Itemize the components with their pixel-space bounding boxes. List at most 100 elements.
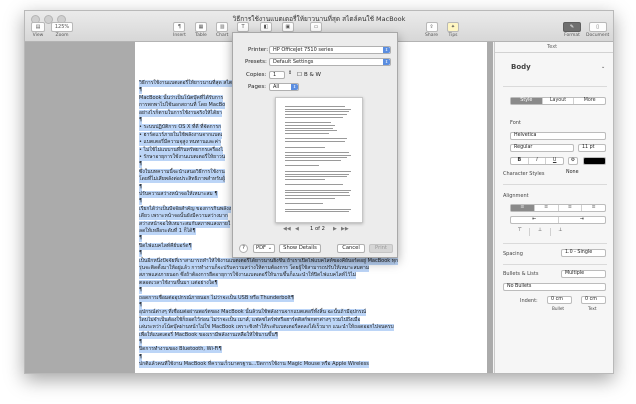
last-page-icon[interactable]: ▶▶ bbox=[341, 226, 349, 232]
document-line[interactable]: ¶ bbox=[139, 250, 143, 258]
tab-layout[interactable]: Layout bbox=[543, 98, 575, 104]
align-middle-icon[interactable]: ⊥ bbox=[530, 228, 551, 236]
help-button[interactable]: ? bbox=[239, 244, 248, 253]
copies-stepper[interactable]: ⇕ bbox=[288, 70, 292, 76]
document-line[interactable]: ลดให้เหลือระดับที่ 1 ก็ได้¶ bbox=[139, 228, 196, 235]
chevron-updown-icon[interactable]: ⇕ bbox=[291, 84, 298, 90]
document-line[interactable]: ปิดการทำงานของ Bluetooth, Wi-Fi¶ bbox=[139, 346, 222, 354]
document-line[interactable]: เป็นอีกหนึ่งปัจจัยที่เราสามารถทำให้ใช้งา… bbox=[139, 257, 399, 265]
document-line[interactable]: ¶ bbox=[139, 183, 143, 191]
text-icon[interactable]: T bbox=[237, 22, 249, 32]
align-left-icon[interactable]: ≡ bbox=[511, 205, 535, 211]
chevron-down-icon[interactable]: ⌄ bbox=[601, 64, 605, 70]
document-line[interactable]: ¶ bbox=[139, 339, 143, 346]
document-line[interactable]: อย่างไรก็ตามในการใช้งานจริงให้ได้ยา bbox=[139, 109, 222, 117]
document-line[interactable]: รุ่นจะติดตั้งมาให้อยู่แล้ว การทำงานก็จะป… bbox=[139, 265, 370, 272]
underline-button[interactable]: U bbox=[546, 158, 563, 164]
style-tabs[interactable]: Style Layout More bbox=[510, 97, 606, 105]
character-styles-select[interactable]: None bbox=[563, 170, 606, 178]
pages-select[interactable]: All ⇕ bbox=[269, 83, 299, 91]
spacing-label[interactable]: Spacing bbox=[503, 251, 523, 257]
format-icon[interactable]: ✎ bbox=[563, 22, 581, 32]
chart-tool[interactable]: ▥ Chart bbox=[216, 22, 228, 38]
document-line[interactable]: การพกพาไปใช้นอกสถานที่ โดย MacBo bbox=[139, 102, 226, 110]
insert-tool[interactable]: ¶ Insert bbox=[173, 22, 186, 38]
tab-more[interactable]: More bbox=[574, 98, 605, 104]
document-line[interactable]: ตลอดเวลาใช้งานขึ้นมา แต่อย่างใด¶ bbox=[139, 279, 218, 287]
insert-icon[interactable]: ¶ bbox=[173, 22, 186, 32]
document-line[interactable]: ¶ bbox=[139, 87, 143, 95]
document-line[interactable]: ¶ bbox=[139, 235, 143, 243]
align-right-icon[interactable]: ≡ bbox=[559, 205, 583, 211]
document-line[interactable]: ใดบไม่จำเป็นต้องใช้ก็ถอดไว้ก่อน ไม่ว่าจะ… bbox=[139, 316, 361, 324]
pdf-menu-button[interactable]: PDF ⌄ bbox=[253, 244, 275, 253]
bullet-indent-field[interactable]: 0 cm bbox=[547, 296, 572, 304]
document-line[interactable]: สว่างหน้าจอให้เหมาะสมกับสภาพแสงภายใ bbox=[139, 220, 231, 228]
document-line[interactable]: ปรับความสว่างหน้าจอให้เหมาะสม ¶ bbox=[139, 191, 218, 198]
tips-tool[interactable]: ✦ Tips bbox=[447, 22, 459, 38]
chevron-updown-icon[interactable]: ⇕ bbox=[383, 47, 390, 53]
comment-icon[interactable]: ▭ bbox=[310, 22, 323, 32]
italic-button[interactable]: I bbox=[529, 158, 547, 164]
paragraph-style[interactable]: Body bbox=[511, 63, 531, 71]
bw-checkbox[interactable]: ☐ bbox=[297, 72, 302, 78]
tab-text[interactable]: Text bbox=[547, 44, 557, 50]
indent-buttons[interactable]: ⇤ ⇥ bbox=[510, 216, 606, 224]
document-line[interactable]: • ฮาร์ดแวร์ภายในใช้พลังงานจากแบตเ bbox=[139, 131, 223, 139]
document-line[interactable]: ถอดการเชื่อมต่ออุปกรณ์ภายนอก ไม่ว่าจะเป็… bbox=[139, 294, 295, 302]
vertical-align-buttons[interactable]: ⊤ ⊥ ⊥ bbox=[510, 228, 570, 236]
align-justify-icon[interactable]: ≡ bbox=[582, 205, 605, 211]
text-color-well[interactable] bbox=[583, 157, 606, 165]
printer-select[interactable]: HP OfficeJet 7510 series ⇕ bbox=[269, 46, 391, 54]
document-line[interactable]: ¶ bbox=[139, 287, 143, 295]
font-size-field[interactable]: 11 pt bbox=[578, 144, 606, 152]
prev-page-icon[interactable]: ◀ bbox=[295, 226, 299, 232]
document-line[interactable]: ซึ่งในบทความนี้จะนำเสนอวิธีการใช้งาน bbox=[139, 168, 225, 176]
document-line[interactable]: เดียว เพราะหน้าจอนั้นยังมีความสว่างมาก bbox=[139, 213, 228, 221]
chevron-updown-icon[interactable]: ⇕ bbox=[383, 59, 390, 65]
increase-indent-icon[interactable]: ⇥ bbox=[559, 217, 606, 223]
document-line[interactable]: ปกติแล้วคนที่ใช้งาน MacBook ที่ความเร็วม… bbox=[139, 361, 369, 369]
align-center-icon[interactable]: ≡ bbox=[535, 205, 559, 211]
bullets-select[interactable]: Multiple bbox=[561, 270, 606, 278]
list-style-select[interactable]: No Bullets bbox=[503, 283, 606, 291]
zoom-tool[interactable]: 125% Zoom bbox=[51, 22, 73, 38]
document-line[interactable]: ¶ bbox=[139, 353, 143, 361]
document-line[interactable]: โดยที่ไม่เสียพลังต่อประสิทธิภาพสำหรับผู้ bbox=[139, 176, 225, 184]
format-tool[interactable]: ✎ Format bbox=[563, 22, 581, 38]
gear-icon[interactable]: ⚙ bbox=[568, 157, 578, 165]
document-tool[interactable]: ▯ Document bbox=[586, 22, 609, 38]
text-indent-field[interactable]: 0 cm bbox=[581, 296, 606, 304]
first-page-icon[interactable]: ◀◀ bbox=[283, 226, 291, 232]
shape-icon[interactable]: ◧ bbox=[260, 22, 273, 32]
share-icon[interactable]: ⇪ bbox=[425, 22, 438, 32]
table-tool[interactable]: ▦ Table bbox=[195, 22, 207, 38]
bullets-label[interactable]: Bullets & Lists bbox=[503, 271, 538, 277]
document-line[interactable]: • แบตเตอรี่มีความจุสูง ทนทานและค่า bbox=[139, 139, 221, 147]
view-icon[interactable]: ▤ bbox=[31, 22, 45, 32]
align-bottom-icon[interactable]: ⊥ bbox=[551, 228, 570, 236]
font-weight-select[interactable]: Regular bbox=[510, 144, 574, 152]
share-tool[interactable]: ⇪ Share bbox=[425, 22, 438, 38]
alignment-buttons[interactable]: ≡ ≡ ≡ ≡ bbox=[510, 204, 606, 212]
cancel-button[interactable]: Cancel bbox=[337, 244, 365, 253]
presets-select[interactable]: Default Settings ⇕ bbox=[269, 58, 391, 66]
media-icon[interactable]: ▣ bbox=[281, 22, 294, 32]
font-name-select[interactable]: Helvetica bbox=[510, 132, 606, 140]
document-line[interactable]: • รักษาอายุการใช้งานแบตเตอรี่ให้ยาวน bbox=[139, 154, 226, 161]
align-top-icon[interactable]: ⊤ bbox=[510, 228, 531, 236]
print-button[interactable]: Print bbox=[369, 244, 393, 253]
decrease-indent-icon[interactable]: ⇤ bbox=[511, 217, 559, 223]
show-details-button[interactable]: Show Details bbox=[279, 244, 321, 253]
spacing-select[interactable]: 1.0 - Single bbox=[561, 249, 606, 257]
document-line[interactable]: ¶ bbox=[139, 161, 143, 169]
document-line[interactable]: ¶ bbox=[139, 302, 143, 309]
document-line[interactable]: ¶ bbox=[139, 117, 143, 124]
tips-icon[interactable]: ✦ bbox=[447, 22, 459, 32]
document-icon[interactable]: ▯ bbox=[588, 22, 607, 32]
document-line[interactable]: เล่นระหว่างโน้ตบุ๊คผ่านหน้าไม่ใช่ MacBoo… bbox=[139, 324, 394, 332]
zoom-select[interactable]: 125% bbox=[51, 22, 73, 32]
bold-button[interactable]: B bbox=[511, 158, 529, 164]
document-line[interactable]: สภาพแสงภายนอก ซึ่งถ้าต้องการยืดอายุการใช… bbox=[139, 272, 357, 280]
tab-style[interactable]: Style bbox=[511, 98, 543, 104]
